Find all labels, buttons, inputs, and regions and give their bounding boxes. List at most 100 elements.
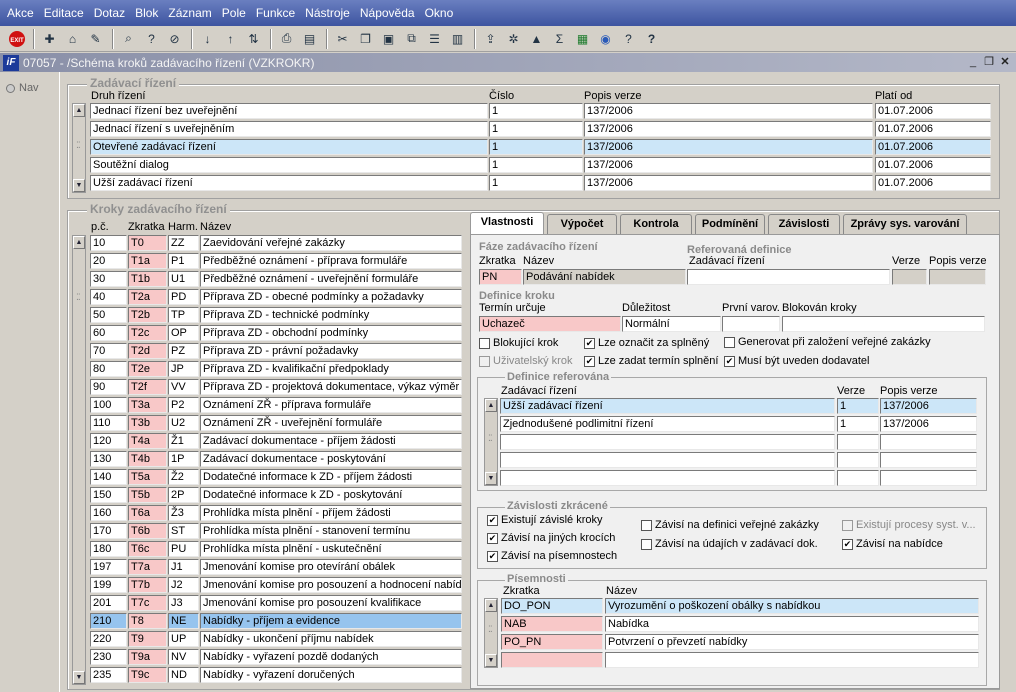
- krok-nazev-cell[interactable]: Příprava ZD - obchodní podmínky: [200, 325, 462, 341]
- krok-harm-cell[interactable]: TP: [168, 307, 199, 323]
- zavisi-pisemnostech-checkbox[interactable]: ✔ Závisí na písemnostech: [487, 550, 617, 562]
- krok-pc-cell[interactable]: 80: [90, 361, 127, 377]
- zr-popis-cell[interactable]: 137/2006: [584, 157, 873, 173]
- defref-popis-cell[interactable]: 137/2006: [880, 398, 977, 414]
- krok-harm-cell[interactable]: P2: [168, 397, 199, 413]
- krok-nazev-cell[interactable]: Nabídky - ukončení příjmu nabídek: [200, 631, 462, 647]
- defref-verze-cell[interactable]: [837, 470, 879, 486]
- tab-podmineni[interactable]: Podmínění: [695, 214, 765, 234]
- clear-record-icon[interactable]: ✎: [85, 29, 106, 49]
- menu-dotaz[interactable]: Dotaz: [89, 0, 130, 26]
- menu-editace[interactable]: Editace: [39, 0, 89, 26]
- zr-cislo-cell[interactable]: 1: [489, 175, 583, 191]
- krok-pc-cell[interactable]: 70: [90, 343, 127, 359]
- krok-zkratka-cell[interactable]: T2f: [128, 379, 167, 395]
- musi-byt-dodavatel-checkbox[interactable]: ✔ Musí být uveden dodavatel: [724, 355, 869, 367]
- tab-vypocet[interactable]: Výpočet: [547, 214, 617, 234]
- krok-zkratka-cell[interactable]: T6a: [128, 505, 167, 521]
- krok-nazev-cell[interactable]: Příprava ZD - technické podmínky: [200, 307, 462, 323]
- krok-harm-cell[interactable]: JP: [168, 361, 199, 377]
- pis-nazev-cell[interactable]: Nabídka: [605, 616, 979, 632]
- pis-zkratka-cell[interactable]: DO_PON: [501, 598, 603, 614]
- pis-scrollbar[interactable]: ▲ ⁚⁚ ▼: [484, 598, 498, 668]
- krok-zkratka-cell[interactable]: T1a: [128, 253, 167, 269]
- krok-pc-cell[interactable]: 10: [90, 235, 127, 251]
- krok-harm-cell[interactable]: Ž1: [168, 433, 199, 449]
- scroll-down-icon[interactable]: ▼: [485, 654, 497, 667]
- zr-cislo-cell[interactable]: 1: [489, 121, 583, 137]
- existuji-procesy-checkbox[interactable]: Existují procesy syst. v...: [842, 519, 976, 531]
- krok-pc-cell[interactable]: 220: [90, 631, 127, 647]
- krok-harm-cell[interactable]: NE: [168, 613, 199, 629]
- zr-popis-cell[interactable]: 137/2006: [584, 175, 873, 191]
- defref-zr-cell[interactable]: Zjednodušené podlimitní řízení: [500, 416, 835, 432]
- defref-zr-cell[interactable]: [500, 452, 835, 468]
- nav-radio[interactable]: Nav: [6, 82, 39, 94]
- excel-icon[interactable]: ▦: [572, 29, 593, 49]
- krok-zkratka-cell[interactable]: T5a: [128, 469, 167, 485]
- defref-zr-cell[interactable]: Užší zadávací řízení: [500, 398, 835, 414]
- krok-harm-cell[interactable]: OP: [168, 325, 199, 341]
- krok-pc-cell[interactable]: 50: [90, 307, 127, 323]
- krok-zkratka-cell[interactable]: T3b: [128, 415, 167, 431]
- pis-zkratka-cell[interactable]: NAB: [501, 616, 603, 632]
- sort-multi-icon[interactable]: ⇅: [243, 29, 264, 49]
- krok-pc-cell[interactable]: 20: [90, 253, 127, 269]
- krok-harm-cell[interactable]: 2P: [168, 487, 199, 503]
- krok-zkratka-cell[interactable]: T4b: [128, 451, 167, 467]
- scroll-up-icon[interactable]: ▲: [73, 236, 85, 249]
- defref-popis-cell[interactable]: [880, 470, 977, 486]
- termin-field[interactable]: Uchazeč: [479, 316, 621, 332]
- tab-zavislosti[interactable]: Závislosti: [768, 214, 840, 234]
- scroll-up-icon[interactable]: ▲: [485, 599, 497, 612]
- tools-icon[interactable]: ✲: [503, 29, 524, 49]
- krok-zkratka-cell[interactable]: T9a: [128, 649, 167, 665]
- krok-pc-cell[interactable]: 235: [90, 667, 127, 683]
- defref-verze-cell[interactable]: 1: [837, 398, 879, 414]
- krok-harm-cell[interactable]: U1: [168, 271, 199, 287]
- krok-zkratka-cell[interactable]: T7c: [128, 595, 167, 611]
- krok-pc-cell[interactable]: 30: [90, 271, 127, 287]
- krok-pc-cell[interactable]: 60: [90, 325, 127, 341]
- krok-nazev-cell[interactable]: Nabídky - vyřazení pozdě dodaných: [200, 649, 462, 665]
- menu-funkce[interactable]: Funkce: [251, 0, 300, 26]
- lock-record-icon[interactable]: ⌂: [62, 29, 83, 49]
- zr-cislo-cell[interactable]: 1: [489, 103, 583, 119]
- tab-zpravy-sys-varovani[interactable]: Zprávy sys. varování: [843, 214, 967, 234]
- krok-nazev-cell[interactable]: Jmenování komise pro posouzení kvalifika…: [200, 595, 462, 611]
- krok-harm-cell[interactable]: VV: [168, 379, 199, 395]
- scroll-down-icon[interactable]: ▼: [73, 671, 85, 684]
- zr-cislo-cell[interactable]: 1: [489, 139, 583, 155]
- zr-plati-cell[interactable]: 01.07.2006: [875, 121, 991, 137]
- dulezitost-field[interactable]: Normální: [622, 316, 721, 332]
- defref-popis-cell[interactable]: 137/2006: [880, 416, 977, 432]
- sort-asc-icon[interactable]: ↓: [197, 29, 218, 49]
- krok-nazev-cell[interactable]: Prohlídka místa plnění - příjem žádosti: [200, 505, 462, 521]
- ref-verze-field[interactable]: [892, 269, 927, 285]
- krok-harm-cell[interactable]: J1: [168, 559, 199, 575]
- pis-nazev-cell[interactable]: Potvrzení o převzetí nabídky: [605, 634, 979, 650]
- krok-nazev-cell[interactable]: Prohlídka místa plnění - uskutečnění: [200, 541, 462, 557]
- krok-nazev-cell[interactable]: Nabídky - příjem a evidence: [200, 613, 462, 629]
- defref-verze-cell[interactable]: [837, 452, 879, 468]
- blokujici-krok-checkbox[interactable]: Blokující krok: [479, 337, 558, 349]
- krok-pc-cell[interactable]: 140: [90, 469, 127, 485]
- krok-nazev-cell[interactable]: Nabídky - vyřazení doručených: [200, 667, 462, 683]
- krok-nazev-cell[interactable]: Jmenování komise pro otevírání obálek: [200, 559, 462, 575]
- krok-harm-cell[interactable]: PU: [168, 541, 199, 557]
- zr-druh-cell[interactable]: Soutěžní dialog: [90, 157, 488, 173]
- krok-nazev-cell[interactable]: Předběžné oznámení - příprava formuláře: [200, 253, 462, 269]
- zr-cislo-cell[interactable]: 1: [489, 157, 583, 173]
- existuji-zavisle-checkbox[interactable]: ✔ Existují závislé kroky: [487, 514, 602, 526]
- pis-nazev-cell[interactable]: [605, 652, 979, 668]
- minimize-icon[interactable]: _: [966, 55, 980, 69]
- scroll-up-icon[interactable]: ▲: [485, 399, 497, 412]
- zr-druh-cell[interactable]: Užší zadávací řízení: [90, 175, 488, 191]
- restore-icon[interactable]: ❐: [982, 55, 996, 69]
- zavisi-udajich-checkbox[interactable]: Závisí na údajích v zadávací dok.: [641, 538, 818, 550]
- krok-zkratka-cell[interactable]: T4a: [128, 433, 167, 449]
- faze-nazev-field[interactable]: Podávání nabídek: [523, 269, 686, 285]
- export-icon[interactable]: ⇪: [480, 29, 501, 49]
- zavisi-jinych-checkbox[interactable]: ✔ Závisí na jiných krocích: [487, 532, 615, 544]
- krok-nazev-cell[interactable]: Dodatečné informace k ZD - příjem žádost…: [200, 469, 462, 485]
